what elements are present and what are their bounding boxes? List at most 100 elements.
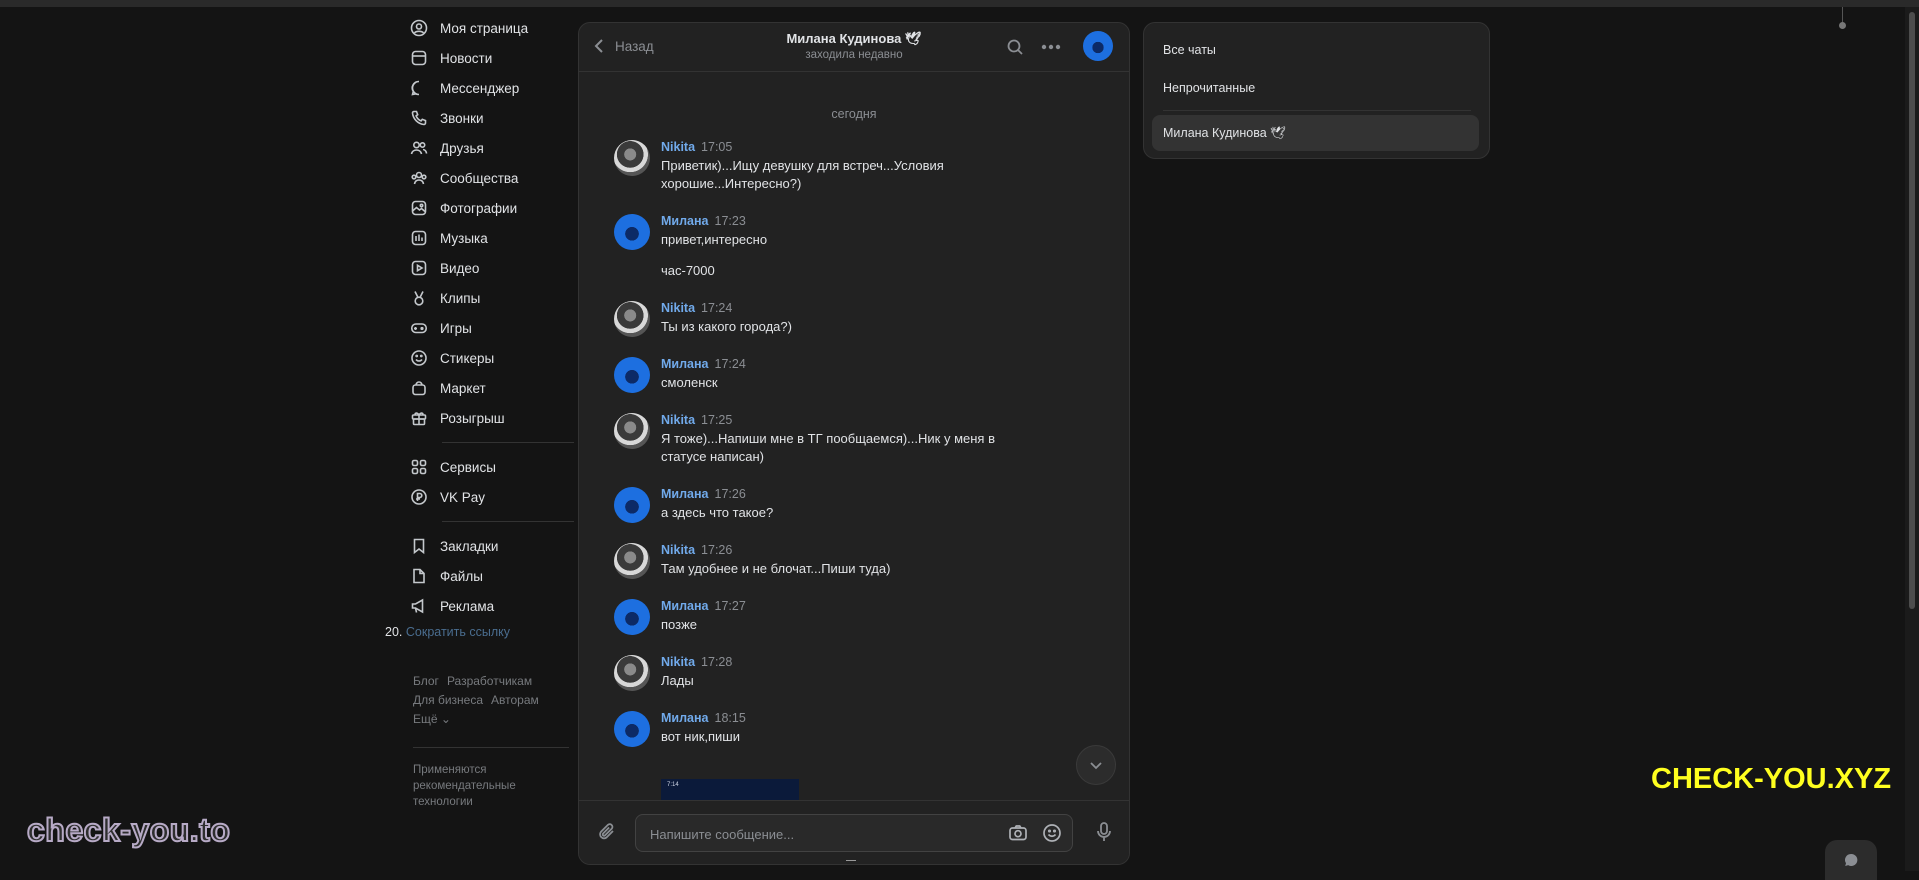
avatar[interactable] — [614, 487, 650, 523]
avatar[interactable] — [614, 214, 650, 250]
message-author[interactable]: Nikita — [661, 543, 695, 557]
footer-divider — [413, 747, 569, 748]
chat-float-button[interactable] — [1825, 840, 1877, 880]
nav-item-video[interactable]: Видео — [410, 253, 570, 283]
search-icon[interactable] — [1004, 36, 1026, 58]
nav-label: Стикеры — [440, 350, 495, 366]
emoji-icon[interactable] — [1042, 823, 1062, 846]
recommendation-notice[interactable]: Применяются рекомендательные технологии — [413, 762, 553, 810]
nav-item-music[interactable]: Музыка — [410, 223, 570, 253]
user-circle-icon — [410, 19, 428, 37]
nav-label: Сервисы — [440, 459, 496, 475]
filter-all-chats[interactable]: Все чаты — [1163, 43, 1216, 57]
nav-item-messenger[interactable]: Мессенджер — [410, 73, 570, 103]
nav-item-vkpay[interactable]: VK Pay — [410, 482, 570, 512]
avatar[interactable] — [614, 140, 650, 176]
message-author[interactable]: Nikita — [661, 413, 695, 427]
phone-icon — [410, 109, 428, 127]
message-author[interactable]: Nikita — [661, 301, 695, 315]
file-icon — [410, 567, 428, 585]
nav-item-market[interactable]: Маркет — [410, 373, 570, 403]
top-indicator-dot — [1839, 22, 1846, 29]
avatar[interactable] — [614, 655, 650, 691]
nav-item-friends[interactable]: Друзья — [410, 133, 570, 163]
message-header: Nikita 17:26 — [661, 543, 732, 557]
nav-item-photos[interactable]: Фотографии — [410, 193, 570, 223]
nav-item-news[interactable]: Новости — [410, 43, 570, 73]
message-header: Nikita 17:05 — [661, 140, 732, 154]
avatar[interactable] — [614, 413, 650, 449]
avatar[interactable] — [614, 301, 650, 337]
message-time: 17:24 — [701, 301, 733, 315]
paperclip-icon[interactable] — [596, 821, 618, 846]
message-author[interactable]: Милана — [661, 487, 709, 501]
nav-label: Файлы — [440, 568, 483, 584]
footer-link-authors[interactable]: Авторам — [491, 693, 539, 707]
footer-link-business[interactable]: Для бизнеса — [413, 693, 483, 707]
filter-active-label: Милана Кудинова 🕊 — [1163, 126, 1287, 140]
nav-item-services[interactable]: Сервисы — [410, 452, 570, 482]
nav-label: Сообщества — [440, 170, 519, 186]
avatar[interactable] — [614, 357, 650, 393]
scrollbar-thumb[interactable] — [1909, 12, 1915, 609]
nav-item-clips[interactable]: Клипы — [410, 283, 570, 313]
nav-item-ads[interactable]: Реклама — [410, 591, 570, 621]
message-input[interactable] — [648, 815, 992, 853]
friends-icon — [410, 139, 428, 157]
message-time: 17:26 — [714, 487, 746, 501]
message-text: Приветик)...Ищу девушку для встреч...Усл… — [661, 158, 944, 191]
scroll-down-button[interactable] — [1076, 745, 1116, 785]
nav-item-communities[interactable]: Сообщества — [410, 163, 570, 193]
news-icon — [410, 49, 428, 67]
nav-item-stickers[interactable]: Стикеры — [410, 343, 570, 373]
message-text: а здесь что такое? — [661, 505, 774, 520]
nav-label: Фотографии — [440, 200, 518, 216]
avatar[interactable] — [614, 599, 650, 635]
message-author[interactable]: Милана — [661, 214, 709, 228]
filter-unread[interactable]: Непрочитанные — [1163, 81, 1255, 95]
nav-item-files[interactable]: Файлы — [410, 561, 570, 591]
nav-label: Моя страница — [440, 20, 529, 36]
filter-active-chat[interactable]: Милана Кудинова 🕊 — [1152, 115, 1479, 151]
chat-filters-panel: Все чаты Непрочитанные Милана Кудинова 🕊 — [1143, 22, 1490, 159]
avatar[interactable] — [614, 711, 650, 747]
filter-divider — [1163, 110, 1471, 111]
nav-item-giveaway[interactable]: Розыгрыш — [410, 403, 570, 433]
communities-icon — [410, 169, 428, 187]
nav-label: Музыка — [440, 230, 488, 246]
watermark-left: check-you.to — [26, 811, 231, 849]
peer-avatar[interactable] — [1083, 31, 1113, 61]
nav-item-games[interactable]: Игры — [410, 313, 570, 343]
message-text: привет,интересно — [661, 232, 768, 247]
resize-handle[interactable] — [846, 860, 856, 864]
nav-item-calls[interactable]: Звонки — [410, 103, 570, 133]
more-icon[interactable] — [1040, 36, 1062, 58]
watermark-right: CHECK-YOU.XYZ — [1651, 763, 1892, 795]
nav-label: Игры — [440, 320, 472, 336]
microphone-icon[interactable] — [1094, 821, 1114, 846]
megaphone-icon — [410, 597, 428, 615]
footer-link-more[interactable]: Ещё ⌄ — [413, 712, 451, 726]
message-author[interactable]: Nikita — [661, 655, 695, 669]
message-author[interactable]: Милана — [661, 599, 709, 613]
footer-link-developers[interactable]: Разработчикам — [447, 674, 532, 688]
avatar[interactable] — [614, 543, 650, 579]
top-divider — [1842, 7, 1843, 23]
message-author[interactable]: Милана — [661, 357, 709, 371]
page-scrollbar[interactable] — [1905, 7, 1919, 871]
music-icon — [410, 229, 428, 247]
message-author[interactable]: Nikita — [661, 140, 695, 154]
nav-label: Реклама — [440, 598, 495, 614]
nav-item-bookmarks[interactable]: Закладки — [410, 531, 570, 561]
shopping-bag-icon — [410, 379, 428, 397]
shorten-link[interactable]: Сократить ссылку — [406, 625, 510, 639]
nav-item-my-page[interactable]: Моя страница — [410, 13, 570, 43]
peer-badge-icon: 🕊 — [905, 31, 922, 46]
message-author[interactable]: Милана — [661, 711, 709, 725]
message-time: 17:27 — [714, 599, 746, 613]
message-text: Я тоже)...Напиши мне в ТГ пообщаемся)...… — [661, 431, 995, 464]
camera-icon[interactable] — [1008, 823, 1028, 846]
footer-link-blog[interactable]: Блог — [413, 674, 439, 688]
message-time: 17:23 — [714, 214, 746, 228]
bookmark-icon — [410, 537, 428, 555]
